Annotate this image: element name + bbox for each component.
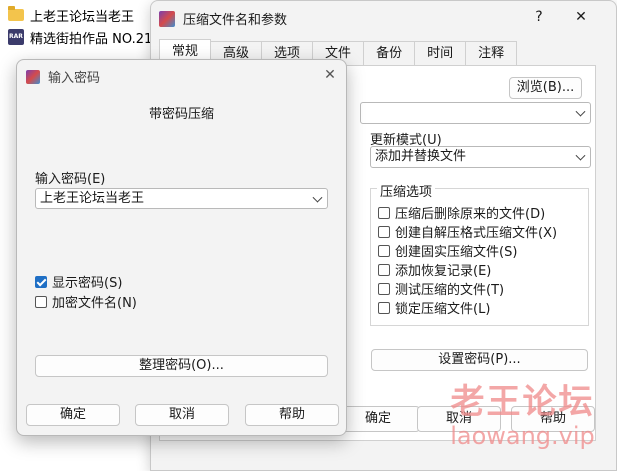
file-row-archive[interactable]: RAR 精选街拍作品 NO.215 [0,26,161,48]
help-title-button[interactable]: ? [529,7,549,27]
browse-button[interactable]: 浏览(B)... [509,77,582,99]
tab-comment[interactable]: 注释 [465,41,518,66]
file-name: 精选街拍作品 NO.215 [30,31,161,47]
option-label: 压缩后删除原来的文件(D) [395,207,546,222]
option-test-files[interactable]: 测试压缩的文件(T) [378,279,504,298]
checkbox[interactable] [378,225,390,238]
checkbox[interactable] [378,301,390,314]
tab-backup[interactable]: 备份 [363,41,416,66]
tab-time[interactable]: 时间 [414,41,467,66]
rar-archive-icon: RAR [8,29,24,45]
folder-icon [8,6,24,21]
compress-options-label: 压缩选项 [377,181,436,200]
help-button[interactable]: 帮助 [245,404,339,426]
watermark-title: 老王论坛 [450,382,595,422]
chevron-down-icon [575,106,586,117]
title-bar: 压缩文件名和参数 [159,9,287,28]
encrypt-filenames-option[interactable]: 加密文件名(N) [35,292,137,311]
chevron-down-icon [575,150,586,161]
dialog-title: 压缩文件名和参数 [183,13,288,28]
checkbox-checked[interactable] [35,275,47,288]
option-lock-archive[interactable]: 锁定压缩文件(L) [378,298,490,317]
option-label: 锁定压缩文件(L) [395,302,491,317]
option-create-sfx[interactable]: 创建自解压格式压缩文件(X) [378,222,557,241]
update-mode-value: 添加并替换文件 [375,149,467,164]
winrar-icon [26,69,40,84]
archive-format-combo[interactable] [360,102,591,124]
checkbox[interactable] [378,282,390,295]
organize-passwords-button[interactable]: 整理密码(O)... [35,355,328,377]
chevron-down-icon [312,192,323,203]
heading: 带密码压缩 [148,107,214,122]
watermark-url: laowang.vip [450,422,595,450]
option-label: 测试压缩的文件(T) [395,283,505,298]
cancel-button[interactable]: 取消 [135,404,229,426]
close-button[interactable]: ✕ [320,65,340,85]
password-field-label: 输入密码(E) [35,172,106,187]
close-button[interactable]: ✕ [571,7,591,27]
watermark: 老王论坛 laowang.vip [430,382,615,450]
option-label: 显示密码(S) [52,276,123,291]
title-bar: 输入密码 [26,67,100,86]
dialog-title: 输入密码 [48,71,101,86]
winrar-icon [159,10,175,27]
option-solid[interactable]: 创建固实压缩文件(S) [378,241,517,260]
option-recovery-record[interactable]: 添加恢复记录(E) [378,260,491,279]
password-input[interactable]: 上老王论坛当老王 [35,188,328,209]
ok-button[interactable]: 确定 [336,406,420,432]
checkbox[interactable] [35,295,47,308]
option-label: 创建自解压格式压缩文件(X) [395,226,558,241]
ok-button[interactable]: 确定 [26,404,120,426]
show-password-option[interactable]: 显示密码(S) [35,272,122,291]
option-label: 创建固实压缩文件(S) [395,245,518,260]
update-mode-select[interactable]: 添加并替换文件 [370,146,591,168]
set-password-button[interactable]: 设置密码(P)... [371,349,588,371]
option-label: 添加恢复记录(E) [395,264,492,279]
file-name: 上老王论坛当老王 [30,9,135,25]
file-row-folder[interactable]: 上老王论坛当老王 [0,4,134,26]
password-value: 上老王论坛当老王 [40,191,145,206]
checkbox[interactable] [378,263,390,276]
enter-password-dialog: 输入密码 ✕ 带密码压缩 输入密码(E) 上老王论坛当老王 显示密码(S) 加密… [16,59,347,436]
option-label: 加密文件名(N) [52,296,137,311]
checkbox[interactable] [378,206,390,219]
checkbox[interactable] [378,244,390,257]
option-delete-after[interactable]: 压缩后删除原来的文件(D) [378,203,545,222]
